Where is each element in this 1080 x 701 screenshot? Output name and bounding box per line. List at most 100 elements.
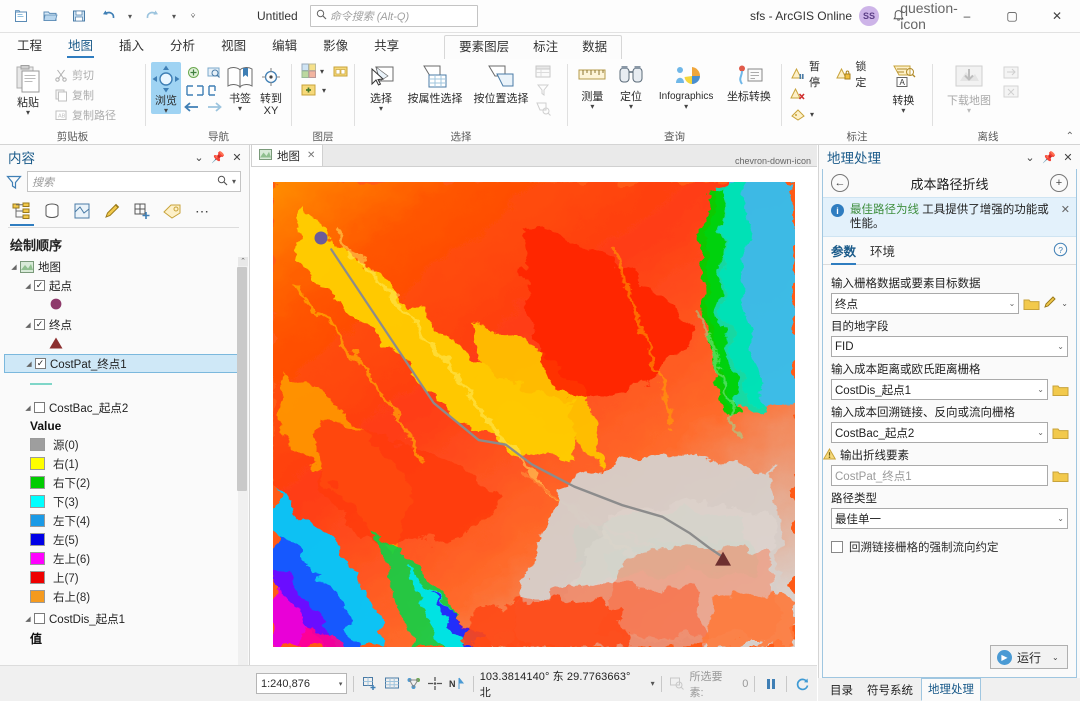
- map-tab[interactable]: 地图 ✕: [251, 144, 324, 166]
- remove-offline-icon[interactable]: [1002, 84, 1020, 100]
- infographics-dropdown-icon[interactable]: ▾: [684, 103, 688, 111]
- scroll-up-icon[interactable]: ⌃: [238, 257, 248, 266]
- paste-button[interactable]: 粘贴 ▾: [5, 62, 51, 117]
- banner-close-icon[interactable]: ✕: [1061, 203, 1070, 216]
- contents-close-icon[interactable]: ✕: [229, 148, 245, 166]
- map-tab-overflow-icon[interactable]: chevron-down-icon: [735, 156, 811, 166]
- contents-search-input[interactable]: 搜索 ▾: [27, 171, 241, 192]
- param-destination-field[interactable]: FID ⌄: [831, 336, 1068, 357]
- contents-tab-labeling[interactable]: [158, 198, 186, 224]
- ribbon-tab-view[interactable]: 视图: [208, 33, 259, 59]
- param-input-raster[interactable]: 终点 ⌄: [831, 293, 1020, 314]
- layer-visibility-checkbox[interactable]: ✓: [35, 358, 46, 369]
- expander-icon[interactable]: ◢: [22, 615, 34, 623]
- infographics-button[interactable]: Infographics ▾: [650, 62, 722, 111]
- avatar[interactable]: SS: [859, 6, 879, 26]
- coordinate-conversion-button[interactable]: 坐标转换: [722, 62, 776, 103]
- tree-item-end-layer[interactable]: ◢ ✓ 终点: [4, 315, 249, 334]
- add-data-dropdown-icon[interactable]: ▾: [322, 86, 326, 95]
- chevron-down-icon[interactable]: ⌄: [1037, 428, 1044, 437]
- remove-labels-button[interactable]: [787, 84, 878, 104]
- copy-button[interactable]: 复制: [51, 85, 119, 105]
- contents-tab-drawing-order[interactable]: [8, 198, 36, 226]
- chevron-down-icon[interactable]: ⌄: [1037, 385, 1044, 394]
- search-icon[interactable]: [217, 175, 228, 189]
- filter-icon[interactable]: [6, 174, 22, 190]
- ribbon-tab-data[interactable]: 数据: [570, 33, 619, 59]
- help-circle-icon[interactable]: ?: [1053, 242, 1068, 260]
- grid-icon[interactable]: [382, 674, 401, 694]
- layer-visibility-checkbox[interactable]: ✓: [34, 319, 45, 330]
- contents-tab-selection[interactable]: [68, 198, 96, 224]
- account-name[interactable]: sfs - ArcGIS Online: [750, 9, 852, 23]
- close-button[interactable]: ✕: [1038, 0, 1076, 32]
- explore-dropdown-icon[interactable]: ▾: [164, 107, 168, 115]
- measure-dropdown-icon[interactable]: ▾: [590, 103, 594, 111]
- tab-parameters[interactable]: 参数: [831, 241, 857, 265]
- pause-labels-button[interactable]: 暂停: [787, 61, 831, 89]
- select-by-location-button[interactable]: 按位置选择: [468, 62, 534, 105]
- zoom-to-selection-icon[interactable]: [534, 100, 552, 116]
- add-data-icon[interactable]: [300, 82, 318, 99]
- contents-tab-snapping[interactable]: [128, 198, 156, 224]
- expander-icon[interactable]: ◢: [22, 404, 34, 412]
- locate-button[interactable]: 定位 ▾: [612, 62, 651, 111]
- contents-scrollbar[interactable]: ⌃ ⌄: [237, 257, 248, 693]
- contents-menu-icon[interactable]: ⌄: [191, 148, 207, 166]
- previous-extent-icon[interactable]: [182, 100, 200, 114]
- geoprocessing-pin-icon[interactable]: 📌: [1041, 148, 1057, 166]
- select-layer-pencil-icon[interactable]: [1043, 295, 1057, 312]
- contents-scrollbar-thumb[interactable]: [237, 267, 247, 491]
- next-extent-icon[interactable]: [206, 100, 224, 114]
- map-scale-selector[interactable]: 1:240,876 ▾: [256, 673, 348, 694]
- chevron-down-icon[interactable]: ⌄: [1009, 299, 1016, 308]
- geoprocessing-menu-icon[interactable]: ⌄: [1022, 148, 1038, 166]
- add-graphic-icon[interactable]: [360, 674, 379, 694]
- pause-drawing-icon[interactable]: [761, 674, 780, 694]
- tree-item-costdist-layer[interactable]: ◢ CostDis_起点1: [4, 609, 249, 628]
- tree-item-costpath-layer[interactable]: ◢ ✓ CostPat_终点1: [4, 354, 241, 373]
- chevron-down-icon[interactable]: ⌄: [1057, 342, 1064, 351]
- contents-tab-data-source[interactable]: [38, 198, 66, 224]
- basemap-dropdown-icon[interactable]: ▾: [320, 67, 324, 76]
- force-flow-checkbox[interactable]: [831, 541, 843, 553]
- cut-button[interactable]: 剪切: [51, 65, 119, 85]
- ribbon-tab-insert[interactable]: 插入: [106, 33, 157, 59]
- banner-link[interactable]: 最佳路径为线: [850, 204, 919, 216]
- param-path-type[interactable]: 最佳单一 ⌄: [831, 508, 1068, 529]
- undo-dropdown-icon[interactable]: ▾: [124, 4, 136, 28]
- contents-tab-editing[interactable]: [98, 198, 126, 224]
- refresh-icon[interactable]: [793, 674, 812, 694]
- param-force-flow-direction[interactable]: 回溯链接栅格的强制流向约定: [831, 539, 1068, 555]
- chevron-down-icon[interactable]: ⌄: [1057, 514, 1064, 523]
- tab-environments[interactable]: 环境: [870, 241, 895, 264]
- expander-icon[interactable]: ◢: [22, 282, 34, 290]
- select-dropdown-icon[interactable]: ▾: [379, 105, 383, 113]
- sync-icon[interactable]: [1002, 65, 1020, 81]
- lock-labels-button[interactable]: 锁定: [833, 61, 877, 89]
- locate-dropdown-icon[interactable]: ▾: [629, 103, 633, 111]
- maximize-button[interactable]: ▢: [993, 0, 1031, 32]
- north-icon[interactable]: N: [448, 674, 467, 694]
- ribbon-tab-edit[interactable]: 编辑: [259, 33, 310, 59]
- tree-item-start-layer[interactable]: ◢ ✓ 起点: [4, 276, 249, 295]
- paste-dropdown-icon[interactable]: ▾: [26, 109, 30, 117]
- attribute-table-icon[interactable]: [534, 64, 552, 80]
- browse-folder-icon[interactable]: [1023, 297, 1040, 310]
- new-project-icon[interactable]: [8, 4, 34, 28]
- collapse-ribbon-icon[interactable]: ⌃: [1066, 131, 1074, 142]
- ribbon-tab-imagery[interactable]: 影像: [310, 33, 361, 59]
- param-output-polyline[interactable]: CostPat_终点1: [831, 465, 1048, 486]
- ribbon-tab-project[interactable]: 工程: [4, 33, 55, 59]
- contents-tab-more[interactable]: ⋯: [188, 198, 216, 224]
- convert-labels-dropdown-icon[interactable]: ▾: [901, 107, 905, 115]
- bottom-tab-symbology[interactable]: 符号系统: [861, 680, 919, 701]
- back-arrow-icon[interactable]: ←: [831, 174, 849, 192]
- chevron-down-icon[interactable]: ▾: [339, 680, 343, 688]
- measure-button[interactable]: 测量 ▾: [573, 62, 612, 111]
- layer-visibility-checkbox[interactable]: ✓: [34, 280, 45, 291]
- geoprocessing-close-icon[interactable]: ✕: [1060, 148, 1076, 166]
- copy-path-button[interactable]: AB 复制路径: [51, 105, 119, 125]
- measure-status-icon[interactable]: [404, 674, 423, 694]
- bottom-tab-geoprocessing[interactable]: 地理处理: [921, 678, 981, 701]
